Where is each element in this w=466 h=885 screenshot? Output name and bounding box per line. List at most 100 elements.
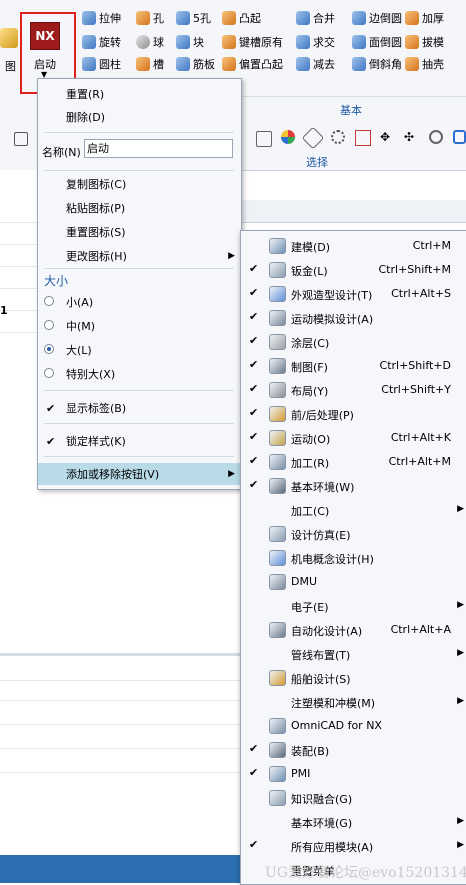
- automation-icon: [269, 622, 286, 638]
- hexagon-icon[interactable]: [453, 130, 466, 144]
- transform-icon[interactable]: ✣: [404, 130, 418, 144]
- submenu-item[interactable]: 建模(D) Ctrl+M: [241, 233, 466, 257]
- submenu-item[interactable]: 设计仿真(E): [241, 521, 466, 545]
- color-wheel-icon[interactable]: [281, 130, 295, 144]
- submenu-item[interactable]: ✔ 加工(R) Ctrl+Alt+M: [241, 449, 466, 473]
- submenu-item-label: 涂层(C): [291, 337, 330, 350]
- submenu-item[interactable]: ✔ 装配(B): [241, 737, 466, 761]
- ribbon-button-face-blend[interactable]: 面倒圆: [352, 33, 402, 51]
- ribbon-button-offset-emboss[interactable]: 偏置凸起: [222, 55, 283, 73]
- menu-add-remove-buttons[interactable]: 添加或移除按钮(V) ▶: [38, 463, 241, 485]
- sketch-icon[interactable]: [0, 28, 18, 48]
- checkmark-icon: ✔: [249, 262, 259, 275]
- ribbon-button-emboss[interactable]: 凸起: [222, 9, 261, 27]
- ribbon-button-extrude[interactable]: 拉伸: [82, 9, 121, 27]
- coating-icon: [269, 334, 286, 350]
- menu-separator: [44, 423, 234, 424]
- size-extra-large-option[interactable]: 特别大(X): [38, 363, 241, 385]
- submenu-item[interactable]: ✔ 外观造型设计(T) Ctrl+Alt+S: [241, 281, 466, 305]
- menu-delete[interactable]: 删除(D): [38, 106, 241, 128]
- size-large-option[interactable]: 大(L): [38, 339, 241, 361]
- submenu-item[interactable]: ✔ 运动(O) Ctrl+Alt+K: [241, 425, 466, 449]
- ribbon-button-groove[interactable]: 槽: [136, 55, 164, 73]
- submenu-arrow-icon: ▶: [228, 469, 235, 479]
- radio-button[interactable]: [44, 296, 54, 306]
- ribbon-button-chamfer[interactable]: 倒斜角: [352, 55, 402, 73]
- emboss-icon: [222, 11, 236, 25]
- submenu-item[interactable]: ✔ 运动模拟设计(A): [241, 305, 466, 329]
- name-field[interactable]: 启动: [84, 139, 233, 158]
- submenu-item[interactable]: 基本环境(G) ▶: [241, 809, 466, 833]
- ribbon-button-block[interactable]: 块: [176, 33, 204, 51]
- snap-dropdown-icon[interactable]: [256, 131, 272, 147]
- pre-post-icon: [269, 406, 286, 422]
- pmi-icon: [269, 766, 286, 782]
- ribbon-button-sphere[interactable]: 球: [136, 33, 164, 51]
- submenu-item[interactable]: 加工(C) ▶: [241, 497, 466, 521]
- nx-logo-icon[interactable]: NX: [30, 22, 60, 50]
- filter-icon[interactable]: [14, 132, 28, 146]
- ribbon-button-multi-hole[interactable]: 5孔: [176, 9, 211, 27]
- submenu-item-label: OmniCAD for NX: [291, 719, 382, 732]
- submenu-item[interactable]: 机电概念设计(H): [241, 545, 466, 569]
- radio-button[interactable]: [44, 344, 54, 354]
- submenu-item-label: 加工(R): [291, 457, 330, 470]
- submenu-item[interactable]: ✔ 涂层(C): [241, 329, 466, 353]
- menu-copy-icon[interactable]: 复制图标(C): [38, 173, 241, 195]
- submenu-arrow-icon: ▶: [457, 840, 464, 850]
- ribbon-button-intersect[interactable]: 求交: [296, 33, 335, 51]
- submenu-item[interactable]: OmniCAD for NX: [241, 713, 466, 737]
- size-medium-option[interactable]: 中(M): [38, 315, 241, 337]
- ribbon-button-hole[interactable]: 孔: [136, 9, 164, 27]
- ribbon-button-rib[interactable]: 筋板: [176, 55, 215, 73]
- menu-lock-style[interactable]: ✔ 锁定样式(K): [38, 430, 241, 452]
- submenu-item[interactable]: ✔ 布局(Y) Ctrl+Shift+Y: [241, 377, 466, 401]
- checkmark-icon: ✔: [249, 478, 259, 491]
- radio-button[interactable]: [44, 320, 54, 330]
- submenu-item-label: 前/后处理(P): [291, 409, 354, 422]
- tag-icon[interactable]: [301, 126, 325, 150]
- move-icon[interactable]: ✥: [380, 130, 394, 144]
- menu-show-label[interactable]: ✔ 显示标签(B): [38, 397, 241, 419]
- ribbon-button-subtract[interactable]: 减去: [296, 55, 335, 73]
- motion-icon: [269, 430, 286, 446]
- submenu-item[interactable]: ✔ 所有应用模块(A) ▶: [241, 833, 466, 857]
- lower-pane-lines: [0, 700, 240, 850]
- ribbon-button-cylinder[interactable]: 圆柱: [82, 55, 121, 73]
- ribbon-button-label: 面倒圆: [369, 36, 402, 49]
- submenu-item[interactable]: ✔ 前/后处理(P): [241, 401, 466, 425]
- size-small-option[interactable]: 小(A): [38, 291, 241, 313]
- submenu-item[interactable]: 船舶设计(S): [241, 665, 466, 689]
- menu-paste-icon[interactable]: 粘贴图标(P): [38, 197, 241, 219]
- ribbon-button-shell[interactable]: 抽壳: [405, 55, 444, 73]
- design-sim-icon: [269, 526, 286, 542]
- submenu-item[interactable]: ✔ 制图(F) Ctrl+Shift+D: [241, 353, 466, 377]
- ribbon-button-revolve[interactable]: 旋转: [82, 33, 121, 51]
- radio-button[interactable]: [44, 368, 54, 378]
- submenu-item[interactable]: ✔ PMI: [241, 761, 466, 785]
- submenu-item[interactable]: 自动化设计(A) Ctrl+Alt+A: [241, 617, 466, 641]
- submenu-item[interactable]: ✔ 基本环境(W): [241, 473, 466, 497]
- submenu-item[interactable]: 知识融合(G): [241, 785, 466, 809]
- ribbon-button-slot[interactable]: 键槽原有: [222, 33, 283, 51]
- submenu-item[interactable]: 管线布置(T) ▶: [241, 641, 466, 665]
- gear-select-icon[interactable]: [331, 130, 345, 144]
- submenu-item[interactable]: 电子(E) ▶: [241, 593, 466, 617]
- ribbon-button-draft[interactable]: 拔模: [405, 33, 444, 51]
- shell-icon: [405, 57, 419, 71]
- menu-change-icon[interactable]: 更改图标(H) ▶: [38, 245, 241, 267]
- menu-reset[interactable]: 重置(R): [38, 83, 241, 105]
- extrude-icon: [82, 11, 96, 25]
- submenu-item[interactable]: ✔ 钣金(L) Ctrl+Shift+M: [241, 257, 466, 281]
- checkmark-icon: ✔: [249, 334, 259, 347]
- ribbon-button-unite[interactable]: 合并: [296, 9, 335, 27]
- menu-reset-icon[interactable]: 重置图标(S): [38, 221, 241, 243]
- link-icon[interactable]: [429, 130, 443, 144]
- grid-line: [0, 680, 240, 681]
- ribbon-button-thicken[interactable]: 加厚: [405, 9, 444, 27]
- ribbon-button-edge-blend[interactable]: 边倒圆: [352, 9, 402, 27]
- snap-point-icon[interactable]: [355, 130, 371, 146]
- submenu-item[interactable]: DMU: [241, 569, 466, 593]
- submenu-item[interactable]: 注塑模和冲模(M) ▶: [241, 689, 466, 713]
- submenu-item-label: 电子(E): [291, 601, 329, 614]
